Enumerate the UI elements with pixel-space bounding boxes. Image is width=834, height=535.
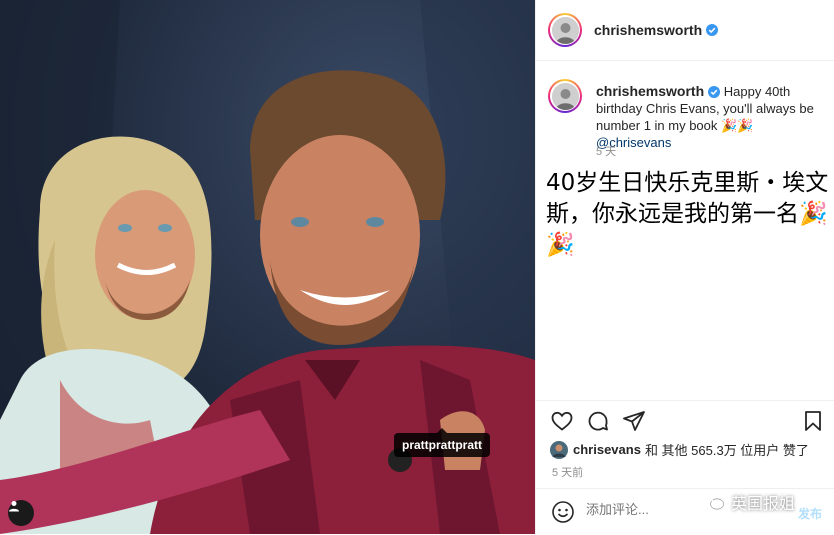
user-tag-button[interactable] (8, 500, 34, 526)
caption-emoji: 🎉🎉 (721, 118, 754, 133)
share-icon[interactable] (622, 409, 646, 433)
comment-bar: 发布 英国报姐 (536, 488, 834, 535)
action-bar (536, 400, 834, 437)
emoji-icon[interactable] (551, 500, 575, 524)
author-username[interactable]: chrishemsworth (594, 22, 702, 38)
post-header: chrishemsworth (536, 0, 834, 61)
author-avatar[interactable] (548, 13, 582, 47)
caption-text: chrishemsworth Happy 40th birthday Chris… (596, 83, 828, 151)
caption-translation: 40岁生日快乐克里斯・埃文斯，你永远是我的第一名🎉🎉 (546, 170, 829, 258)
caption-avatar[interactable] (548, 79, 582, 113)
bookmark-icon[interactable] (801, 409, 825, 433)
user-tag-icon (9, 501, 19, 512)
likes-count-text[interactable]: 和 其他 565.3万 位用户 赞了 (645, 440, 809, 459)
verified-badge-icon (706, 24, 719, 36)
post-timestamp: 5 天前 (552, 467, 584, 479)
wechat-logo-icon (701, 493, 724, 510)
caption-username[interactable]: chrishemsworth (596, 83, 704, 99)
liker-username[interactable]: chrisevans (573, 442, 641, 457)
comment-icon[interactable] (586, 409, 610, 433)
watermark: 英国报姐 (701, 490, 795, 514)
post-side-panel: chrishemsworth chrishemsworth Happy 40th… (535, 0, 834, 534)
caption-timestamp: 5 天 (596, 146, 617, 158)
photo-user-tag[interactable]: prattprattpratt (394, 428, 490, 457)
post-comment-button[interactable]: 发布 (798, 505, 822, 522)
liker-avatar[interactable] (550, 440, 568, 459)
likes-summary: chrisevans 和 其他 565.3万 位用户 赞了 (550, 440, 809, 459)
verified-badge-icon (708, 86, 721, 98)
watermark-text: 英国报姐 (731, 494, 796, 513)
post-photo[interactable]: prattprattpratt (0, 0, 535, 534)
caption-area: chrishemsworth Happy 40th birthday Chris… (536, 61, 834, 399)
heart-icon[interactable] (550, 409, 574, 433)
